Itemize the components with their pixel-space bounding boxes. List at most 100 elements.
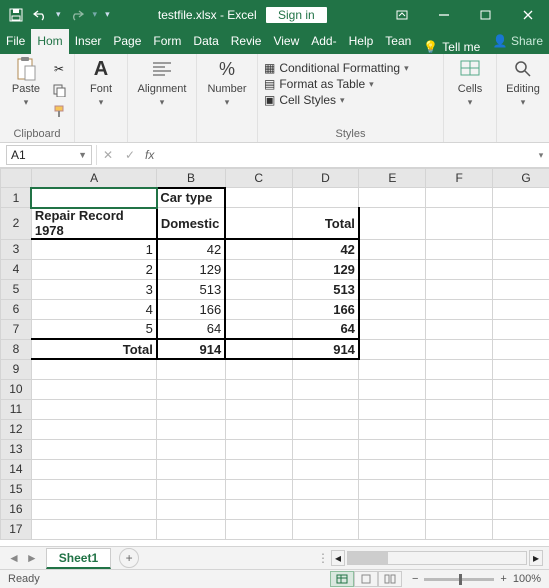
copy-icon[interactable] (50, 81, 68, 99)
tab-team[interactable]: Tean (379, 29, 417, 54)
tab-split-icon[interactable]: ⋮ (317, 551, 329, 565)
editing-button[interactable]: Editing▾ (503, 57, 543, 108)
undo-icon[interactable] (32, 7, 48, 23)
cell-B7[interactable]: 64 (157, 319, 225, 339)
row-header[interactable]: 17 (1, 519, 32, 539)
undo-dropdown-icon[interactable]: ▾ (56, 9, 61, 20)
cell-E1[interactable] (359, 188, 426, 208)
cell-E10[interactable] (359, 379, 426, 399)
cell-F10[interactable] (426, 379, 493, 399)
cell-G2[interactable] (493, 208, 549, 240)
cell-B15[interactable] (157, 479, 225, 499)
tab-review[interactable]: Revie (225, 29, 268, 54)
cell-D14[interactable] (292, 459, 359, 479)
cell-B8[interactable]: 914 (157, 339, 225, 359)
row-header[interactable]: 4 (1, 259, 32, 279)
cell-A8[interactable]: Total (31, 339, 156, 359)
row-header[interactable]: 14 (1, 459, 32, 479)
cell-A1[interactable] (31, 188, 156, 208)
cell-D9[interactable] (292, 359, 359, 379)
col-header[interactable]: G (493, 169, 549, 188)
cell-E2[interactable] (359, 208, 426, 240)
formula-input[interactable] (158, 145, 533, 165)
zoom-slider[interactable] (424, 578, 494, 581)
expand-formula-bar-icon[interactable]: ▾ (533, 150, 549, 161)
cell-A13[interactable] (31, 439, 156, 459)
tab-formulas[interactable]: Form (147, 29, 187, 54)
horizontal-scrollbar[interactable] (347, 551, 527, 565)
cell-E6[interactable] (359, 299, 426, 319)
cell-B17[interactable] (157, 519, 225, 539)
cell-F8[interactable] (426, 339, 493, 359)
cell-D3[interactable]: 42 (292, 239, 359, 259)
cell-G12[interactable] (493, 419, 549, 439)
cell-A3[interactable]: 1 (31, 239, 156, 259)
cell-E11[interactable] (359, 399, 426, 419)
cell-E17[interactable] (359, 519, 426, 539)
cell-B2[interactable]: Domestic (157, 208, 225, 240)
cell-E5[interactable] (359, 279, 426, 299)
cell-A6[interactable]: 4 (31, 299, 156, 319)
cell-E16[interactable] (359, 499, 426, 519)
cell-A9[interactable] (31, 359, 156, 379)
cell-E14[interactable] (359, 459, 426, 479)
cell-G5[interactable] (493, 279, 549, 299)
view-page-layout-icon[interactable] (354, 571, 378, 587)
cell-B11[interactable] (157, 399, 225, 419)
scrollbar-thumb[interactable] (348, 552, 388, 564)
tab-home[interactable]: Hom (31, 29, 68, 54)
cell-D13[interactable] (292, 439, 359, 459)
cell-C14[interactable] (225, 459, 292, 479)
conditional-formatting-button[interactable]: ▦Conditional Formatting▾ (264, 61, 409, 75)
cell-C12[interactable] (225, 419, 292, 439)
cell-C9[interactable] (225, 359, 292, 379)
row-header[interactable]: 9 (1, 359, 32, 379)
cell-F16[interactable] (426, 499, 493, 519)
redo-icon[interactable] (69, 7, 85, 23)
cell-B5[interactable]: 513 (157, 279, 225, 299)
row-header[interactable]: 1 (1, 188, 32, 208)
row-header[interactable]: 12 (1, 419, 32, 439)
redo-dropdown-icon[interactable]: ▾ (93, 9, 98, 20)
cell-D2[interactable]: Total (292, 208, 359, 240)
col-header[interactable]: A (31, 169, 156, 188)
cut-icon[interactable]: ✂ (50, 60, 68, 78)
col-header[interactable]: D (292, 169, 359, 188)
cell-C2[interactable] (225, 208, 292, 240)
cell-F2[interactable] (426, 208, 493, 240)
cell-G10[interactable] (493, 379, 549, 399)
cell-B3[interactable]: 42 (157, 239, 225, 259)
cell-F5[interactable] (426, 279, 493, 299)
row-header[interactable]: 11 (1, 399, 32, 419)
col-header[interactable]: C (225, 169, 292, 188)
cell-F7[interactable] (426, 319, 493, 339)
cell-A14[interactable] (31, 459, 156, 479)
zoom-in-button[interactable]: + (500, 573, 506, 585)
cell-F4[interactable] (426, 259, 493, 279)
cell-B1[interactable]: Car type (157, 188, 225, 208)
cell-F9[interactable] (426, 359, 493, 379)
cell-G7[interactable] (493, 319, 549, 339)
tab-page-layout[interactable]: Page (107, 29, 147, 54)
cell-D7[interactable]: 64 (292, 319, 359, 339)
cell-C1[interactable] (225, 188, 292, 208)
cell-A11[interactable] (31, 399, 156, 419)
cell-G16[interactable] (493, 499, 549, 519)
tab-file[interactable]: File (0, 29, 31, 54)
cell-B13[interactable] (157, 439, 225, 459)
paste-button[interactable]: Paste▾ (6, 57, 46, 108)
ribbon-options-icon[interactable] (381, 0, 423, 29)
cell-D16[interactable] (292, 499, 359, 519)
cell-G9[interactable] (493, 359, 549, 379)
cell-styles-button[interactable]: ▣Cell Styles▾ (264, 93, 409, 107)
share-button[interactable]: 👤 Share (487, 29, 549, 54)
next-sheet-icon[interactable]: ► (26, 551, 38, 565)
cell-A7[interactable]: 5 (31, 319, 156, 339)
cell-A5[interactable]: 3 (31, 279, 156, 299)
cell-G17[interactable] (493, 519, 549, 539)
prev-sheet-icon[interactable]: ◄ (8, 551, 20, 565)
cell-G13[interactable] (493, 439, 549, 459)
cell-E15[interactable] (359, 479, 426, 499)
cell-B10[interactable] (157, 379, 225, 399)
row-header[interactable]: 3 (1, 239, 32, 259)
